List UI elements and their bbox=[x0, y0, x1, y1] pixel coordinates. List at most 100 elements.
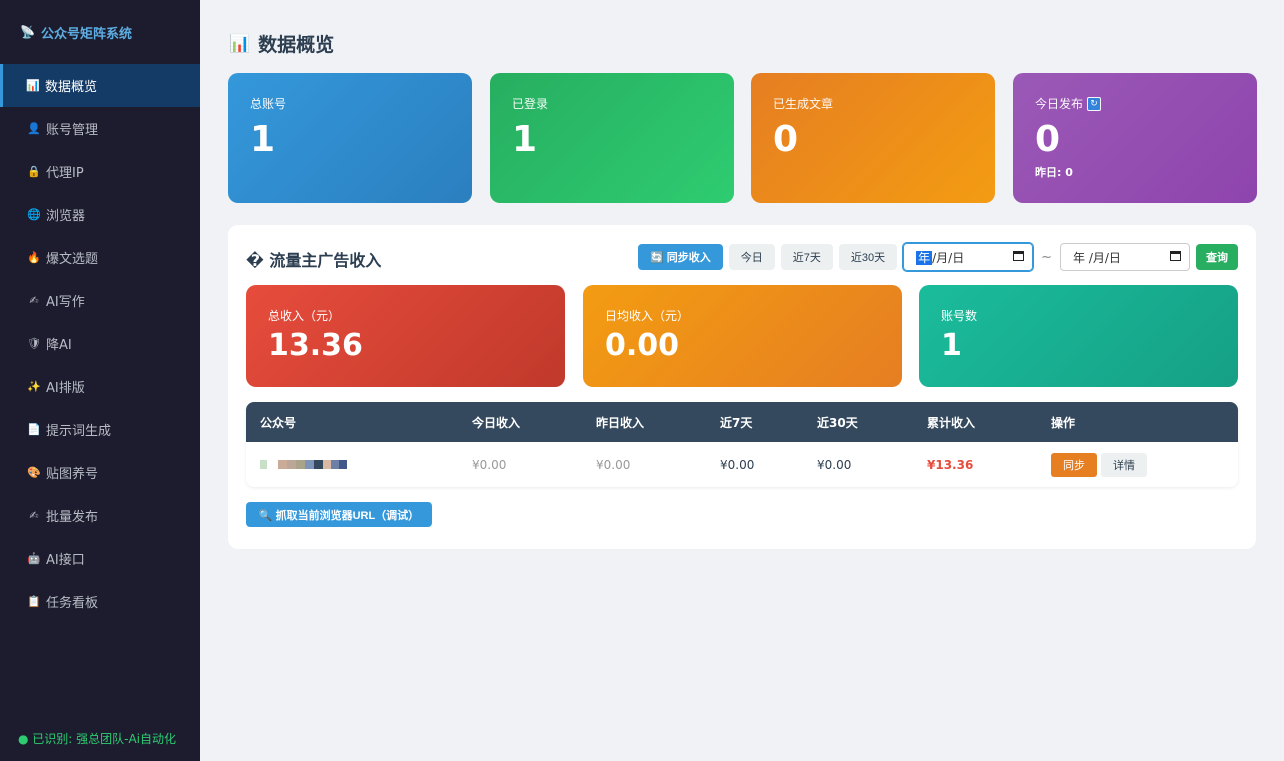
writing-hand-icon: ✍ bbox=[29, 509, 39, 522]
sidebar-item-label: AI写作 bbox=[46, 295, 85, 310]
sidebar-item-label: 批量发布 bbox=[46, 510, 99, 525]
main-content: 📊 数据概览 总账号 1 已登录 1 已生成文章 0 今日发布 ↻ 0 昨日: … bbox=[200, 0, 1284, 761]
total-income: ¥13.36 bbox=[927, 457, 974, 472]
stat-card-generated-articles: 已生成文章 0 bbox=[751, 73, 995, 203]
start-date-value: 年/月/日 bbox=[916, 249, 964, 266]
stat-label-text: 今日发布 bbox=[1035, 97, 1084, 111]
user-icon: 👤 bbox=[27, 122, 41, 135]
palette-icon: 🎨 bbox=[27, 466, 41, 479]
sync-income-button[interactable]: 🔄 同步收入 bbox=[637, 244, 723, 270]
end-date-input[interactable]: 年 /月/日 bbox=[1060, 243, 1190, 271]
column-header: 近7天 bbox=[720, 415, 753, 430]
start-date-year-segment: 年 bbox=[916, 250, 933, 265]
query-button[interactable]: 查询 bbox=[1196, 244, 1238, 270]
sidebar-item-prompt-gen[interactable]: 📄 提示词生成 bbox=[0, 408, 200, 451]
stat-label: 已生成文章 bbox=[773, 97, 834, 111]
sidebar-item-label: 降AI bbox=[46, 338, 72, 353]
column-header: 近30天 bbox=[817, 415, 858, 430]
sidebar-item-image-nurture[interactable]: 🎨 贴图养号 bbox=[0, 451, 200, 494]
income-card-label: 账号数 bbox=[941, 309, 978, 323]
stat-value: 0 bbox=[1035, 119, 1061, 160]
column-header: 累计收入 bbox=[927, 415, 976, 430]
income-title: � 流量主广告收入 bbox=[246, 251, 382, 270]
sidebar-item-label: 浏览器 bbox=[46, 209, 86, 224]
globe-icon: 🌐 bbox=[27, 208, 41, 221]
sidebar-item-browser[interactable]: 🌐 浏览器 bbox=[0, 193, 200, 236]
page-title: 📊 数据概览 bbox=[229, 30, 334, 57]
sidebar-item-overview[interactable]: 📊 数据概览 bbox=[0, 64, 200, 107]
sidebar-item-accounts[interactable]: 👤 账号管理 bbox=[0, 107, 200, 150]
sidebar-item-label: AI排版 bbox=[46, 381, 85, 396]
sidebar-item-label: 代理IP bbox=[46, 166, 84, 181]
income-card-accounts: 账号数 1 bbox=[919, 285, 1238, 387]
stat-label: 已登录 bbox=[512, 97, 549, 111]
sidebar-item-label: 任务看板 bbox=[46, 596, 99, 611]
table-header: 公众号 今日收入 昨日收入 近7天 近30天 累计收入 操作 bbox=[246, 402, 1238, 442]
stat-sub-yesterday: 昨日: 0 bbox=[1035, 166, 1073, 179]
sidebar-item-label: AI接口 bbox=[46, 553, 85, 568]
sidebar-item-label: 账号管理 bbox=[46, 123, 99, 138]
recognition-status: ● 已识别: 强总团队-Ai自动化 bbox=[18, 732, 177, 746]
income-card-label: 总收入（元） bbox=[268, 309, 341, 323]
income-toolbar: 🔄 同步收入 今日 近7天 近30天 年/月/日 ~ 年 /月/日 查询 bbox=[637, 243, 1238, 271]
income-table: 公众号 今日收入 昨日收入 近7天 近30天 累计收入 操作 ¥0.00 ¥0.… bbox=[246, 402, 1238, 487]
brand: 📡 公众号矩阵系统 bbox=[0, 0, 200, 64]
month-income: ¥0.00 bbox=[817, 457, 852, 472]
stat-label: 今日发布 ↻ bbox=[1035, 95, 1235, 112]
last-30-days-button[interactable]: 近30天 bbox=[838, 244, 898, 270]
sparkles-icon: ✨ bbox=[27, 380, 41, 393]
start-date-input[interactable]: 年/月/日 bbox=[903, 243, 1034, 271]
lock-icon: 🔒 bbox=[27, 165, 41, 178]
chart-icon: 📊 bbox=[26, 79, 40, 92]
sidebar-item-ai-api[interactable]: 🤖 AI接口 bbox=[0, 537, 200, 580]
row-actions: 同步 详情 bbox=[1037, 452, 1238, 477]
last-7-days-button[interactable]: 近7天 bbox=[780, 244, 833, 270]
sidebar-item-label: 数据概览 bbox=[45, 80, 98, 95]
sidebar-item-ai-writing[interactable]: ✍ AI写作 bbox=[0, 279, 200, 322]
refresh-icon[interactable]: ↻ bbox=[1087, 96, 1102, 111]
robot-icon: 🤖 bbox=[27, 552, 41, 565]
income-panel: � 流量主广告收入 🔄 同步收入 今日 近7天 近30天 年/月/日 ~ 年 /… bbox=[228, 225, 1256, 549]
sidebar-item-label: 贴图养号 bbox=[46, 467, 99, 482]
calendar-icon[interactable] bbox=[1170, 250, 1181, 264]
table-row: ¥0.00 ¥0.00 ¥0.00 ¥0.00 ¥13.36 同步 详情 bbox=[246, 442, 1238, 487]
sidebar-item-proxy[interactable]: 🔒 代理IP bbox=[0, 150, 200, 193]
stat-value: 1 bbox=[250, 119, 276, 160]
stat-card-today-published: 今日发布 ↻ 0 昨日: 0 bbox=[1013, 73, 1257, 203]
fire-icon: 🔥 bbox=[27, 251, 41, 264]
income-card-value: 13.36 bbox=[268, 328, 363, 363]
sidebar-item-reduce-ai[interactable]: 🛡 降AI bbox=[0, 322, 200, 365]
shield-icon: 🛡 bbox=[27, 337, 41, 350]
row-detail-button[interactable]: 详情 bbox=[1101, 452, 1147, 477]
writing-hand-icon: ✍ bbox=[29, 294, 39, 307]
sidebar-item-label: 提示词生成 bbox=[46, 424, 112, 439]
column-header: 今日收入 bbox=[472, 415, 521, 430]
fetch-browser-url-button[interactable]: 🔍 抓取当前浏览器URL（调试） bbox=[246, 502, 432, 527]
today-income: ¥0.00 bbox=[472, 457, 507, 472]
column-header: 公众号 bbox=[260, 415, 297, 430]
redacted-mosaic bbox=[260, 460, 458, 469]
stat-card-total-accounts: 总账号 1 bbox=[228, 73, 472, 203]
stat-card-logged-in: 已登录 1 bbox=[490, 73, 734, 203]
clipboard-icon: 📋 bbox=[27, 595, 41, 608]
income-card-daily-average: 日均收入（元） 0.00 bbox=[583, 285, 902, 387]
sidebar-item-hot-topics[interactable]: 🔥 爆文选题 bbox=[0, 236, 200, 279]
date-range-separator: ~ bbox=[1041, 249, 1052, 265]
column-header: 昨日收入 bbox=[596, 415, 645, 430]
sidebar-nav: 📊 数据概览 👤 账号管理 🔒 代理IP 🌐 浏览器 🔥 爆文选题 ✍ AI写作 🛡 降AI … bbox=[0, 64, 200, 623]
calendar-icon[interactable] bbox=[1013, 250, 1025, 264]
today-button[interactable]: 今日 bbox=[728, 244, 775, 270]
satellite-icon: 📡 bbox=[20, 25, 35, 39]
stat-value: 0 bbox=[773, 119, 799, 160]
sidebar-item-label: 爆文选题 bbox=[46, 252, 99, 267]
page-title-text: 数据概览 bbox=[258, 34, 335, 56]
yesterday-income: ¥0.00 bbox=[596, 457, 631, 472]
row-sync-button[interactable]: 同步 bbox=[1051, 452, 1097, 477]
brand-title: 公众号矩阵系统 bbox=[40, 26, 132, 42]
sidebar-item-batch-publish[interactable]: ✍ 批量发布 bbox=[0, 494, 200, 537]
sidebar-item-task-board[interactable]: 📋 任务看板 bbox=[0, 580, 200, 623]
end-date-value: 年 /月/日 bbox=[1073, 250, 1121, 265]
sidebar-item-ai-layout[interactable]: ✨ AI排版 bbox=[0, 365, 200, 408]
chart-icon: 📊 bbox=[229, 33, 251, 54]
column-header: 操作 bbox=[1051, 415, 1076, 430]
